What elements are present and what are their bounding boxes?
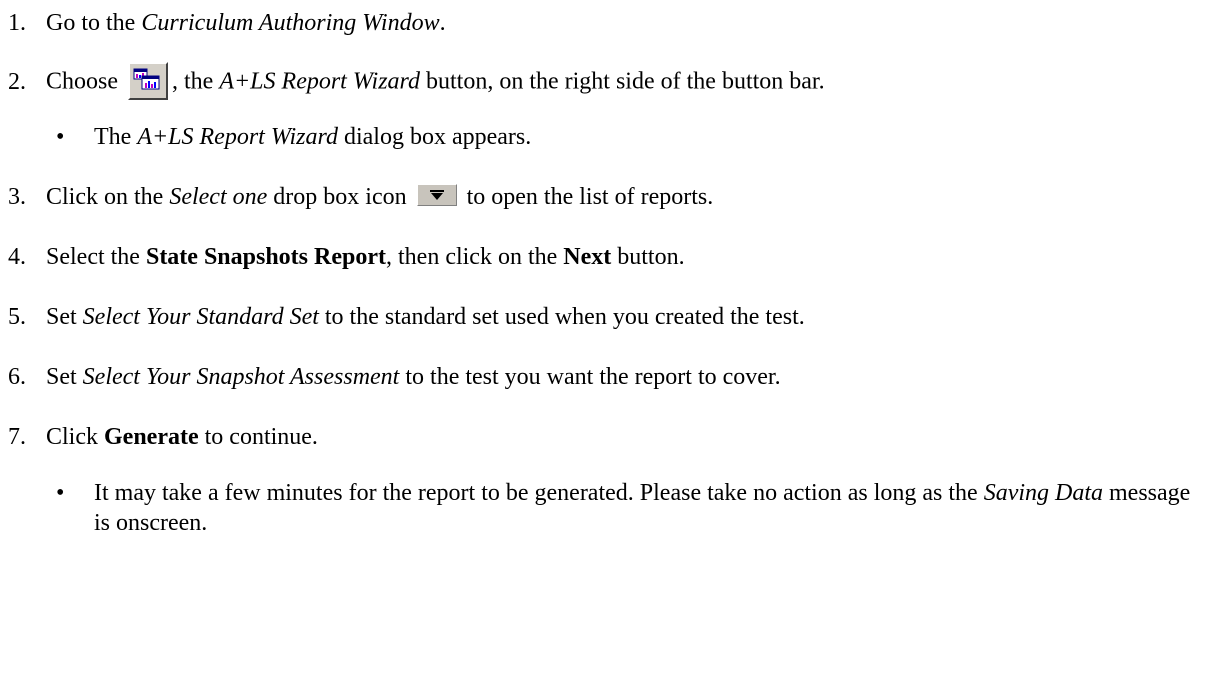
step-7: 7. Click Generate to continue. [8, 422, 318, 452]
note-text: It may take a few minutes for the report… [94, 478, 1206, 538]
step-number: 6. [8, 364, 26, 390]
step-2: 2. Choose , the A+LS Report Wizard butto… [8, 62, 825, 102]
step-text: Click [46, 424, 104, 450]
step-text: Set [46, 304, 83, 330]
dialog-name: A+LS Report Wizard [137, 124, 338, 150]
field-name: Select one [169, 184, 268, 210]
step-4: 4. Select the State Snapshots Report, th… [8, 242, 685, 272]
step-text: button. [611, 244, 685, 270]
message-name: Saving Data [983, 480, 1104, 506]
step-text: Set [46, 364, 83, 390]
report-name: State Snapshots Report [145, 244, 386, 270]
step-text: Select the [46, 244, 146, 270]
step-text: to the test you want the report to cover… [399, 364, 781, 390]
step-text: drop box icon [267, 184, 413, 210]
step-5: 5. Set Select Your Standard Set to the s… [8, 302, 805, 332]
step-text: to continue. [198, 424, 318, 450]
step-number: 3. [8, 184, 26, 210]
dropdown-arrow-icon[interactable] [416, 184, 457, 207]
note-text-part: It may take a few minutes for the report… [94, 480, 984, 506]
step-3: 3. Click on the Select one drop box icon… [8, 182, 713, 212]
button-name: Next [563, 244, 612, 270]
step-7-note: • It may take a few minutes for the repo… [56, 478, 1206, 538]
step-text: Go to the [46, 10, 142, 36]
bullet: • [56, 480, 65, 506]
button-name: A+LS Report Wizard [219, 68, 420, 95]
step-number: 7. [8, 424, 26, 450]
step-text: Choose [46, 68, 124, 95]
step-text: Click on the [46, 184, 170, 210]
step-text: to the standard set used when you create… [318, 304, 805, 330]
field-name: Select Your Standard Set [82, 304, 319, 330]
note-text: dialog box appears. [337, 124, 532, 150]
step-2-note: • The A+LS Report Wizard dialog box appea… [56, 122, 531, 152]
step-number: 1. [8, 10, 26, 36]
step-text: , then click on the [386, 244, 564, 270]
step-number: 5. [8, 304, 26, 330]
field-name: Select Your Snapshot Assessment [82, 364, 400, 390]
button-name: Generate [104, 424, 199, 450]
step-6: 6. Set Select Your Snapshot Assessment t… [8, 362, 781, 392]
step-1: 1. Go to the Curriculum Authoring Window… [8, 8, 446, 38]
step-text: , the [172, 68, 220, 95]
window-name: Curriculum Authoring Window [141, 10, 440, 36]
step-number: 4. [8, 244, 26, 270]
step-text: button, on the right side of the button … [419, 68, 825, 95]
step-number: 2. [8, 68, 26, 95]
step-text: . [439, 10, 446, 36]
step-text: to open the list of reports. [460, 184, 714, 210]
note-text: The [94, 124, 138, 150]
report-wizard-icon[interactable] [128, 62, 168, 100]
bullet: • [56, 124, 65, 150]
